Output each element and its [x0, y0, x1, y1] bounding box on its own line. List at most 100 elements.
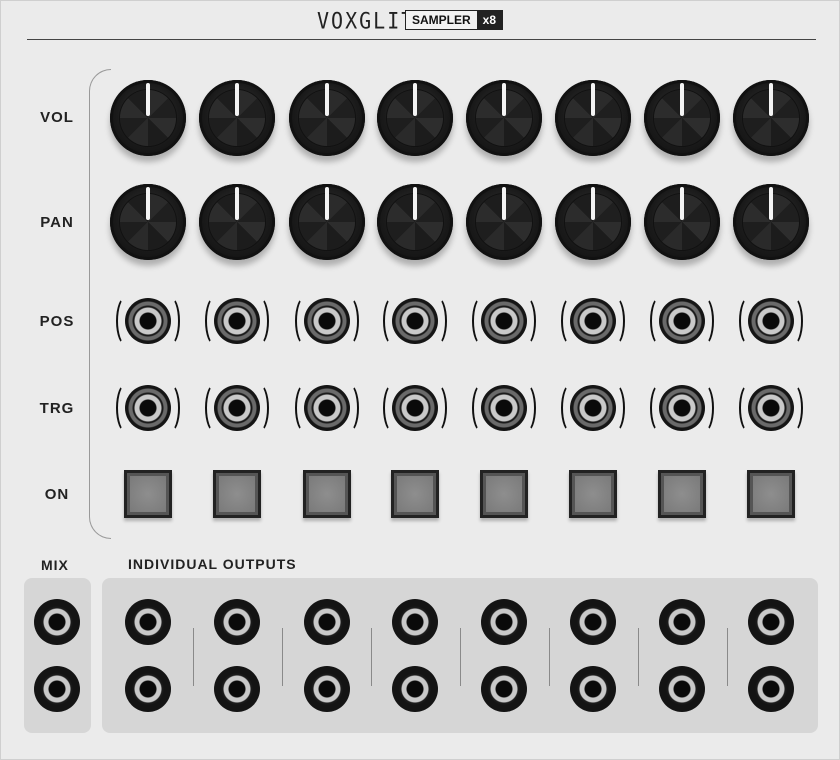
- pos-jack-6[interactable]: [570, 298, 616, 344]
- pos-input-5: [472, 294, 536, 348]
- pos-input-1: [116, 294, 180, 348]
- output-1-right[interactable]: [125, 666, 171, 712]
- output-3-right[interactable]: [304, 666, 350, 712]
- pos-jack-1[interactable]: [125, 298, 171, 344]
- mix-output-right[interactable]: [34, 666, 80, 712]
- knob-pointer-icon: [680, 187, 684, 220]
- output-3-left[interactable]: [304, 599, 350, 645]
- pos-jack-2[interactable]: [214, 298, 260, 344]
- trg-input-5: [472, 381, 536, 435]
- trg-jack-3[interactable]: [304, 385, 350, 431]
- mix-label: MIX: [41, 557, 69, 573]
- output-8-left[interactable]: [748, 599, 794, 645]
- pan-knob-2[interactable]: [199, 184, 275, 260]
- pos-jack-5[interactable]: [481, 298, 527, 344]
- pan-knob-3[interactable]: [289, 184, 365, 260]
- knob-pointer-icon: [235, 187, 239, 220]
- output-divider: [727, 628, 728, 686]
- vol-knob-7[interactable]: [644, 80, 720, 156]
- pos-input-2: [205, 294, 269, 348]
- trg-jack-4[interactable]: [392, 385, 438, 431]
- vol-knob-2[interactable]: [199, 80, 275, 156]
- output-4-left[interactable]: [392, 599, 438, 645]
- on-button-8[interactable]: [747, 470, 795, 518]
- pan-knob-8[interactable]: [733, 184, 809, 260]
- on-button-5[interactable]: [480, 470, 528, 518]
- output-7-right[interactable]: [659, 666, 705, 712]
- module-badge: SAMPLER x8: [405, 10, 504, 30]
- trg-input-8: [739, 381, 803, 435]
- row-label-pan: PAN: [40, 214, 74, 231]
- knob-pointer-icon: [769, 83, 773, 116]
- pan-knob-6[interactable]: [555, 184, 631, 260]
- pos-jack-8[interactable]: [748, 298, 794, 344]
- sampler-panel: VOXGLITCH SAMPLER x8 VOL PAN POS TRG ON …: [0, 0, 840, 760]
- trg-jack-5[interactable]: [481, 385, 527, 431]
- vol-knob-6[interactable]: [555, 80, 631, 156]
- output-2-right[interactable]: [214, 666, 260, 712]
- output-5-right[interactable]: [481, 666, 527, 712]
- knob-pointer-icon: [235, 83, 239, 116]
- trg-input-7: [650, 381, 714, 435]
- output-5-left[interactable]: [481, 599, 527, 645]
- output-divider: [371, 628, 372, 686]
- output-6-left[interactable]: [570, 599, 616, 645]
- output-divider: [282, 628, 283, 686]
- knob-pointer-icon: [325, 83, 329, 116]
- pan-knob-5[interactable]: [466, 184, 542, 260]
- knob-pointer-icon: [146, 83, 150, 116]
- trg-jack-8[interactable]: [748, 385, 794, 431]
- vol-knob-1[interactable]: [110, 80, 186, 156]
- vol-knob-4[interactable]: [377, 80, 453, 156]
- pan-knob-7[interactable]: [644, 184, 720, 260]
- pos-jack-4[interactable]: [392, 298, 438, 344]
- on-button-7[interactable]: [658, 470, 706, 518]
- knob-pointer-icon: [325, 187, 329, 220]
- output-divider: [193, 628, 194, 686]
- knob-pointer-icon: [413, 187, 417, 220]
- trg-input-1: [116, 381, 180, 435]
- knob-pointer-icon: [591, 187, 595, 220]
- pos-input-6: [561, 294, 625, 348]
- knob-pointer-icon: [769, 187, 773, 220]
- pan-knob-4[interactable]: [377, 184, 453, 260]
- pos-jack-7[interactable]: [659, 298, 705, 344]
- header: VOXGLITCH SAMPLER x8: [1, 1, 840, 41]
- on-button-2[interactable]: [213, 470, 261, 518]
- output-4-right[interactable]: [392, 666, 438, 712]
- trg-input-3: [295, 381, 359, 435]
- vol-knob-3[interactable]: [289, 80, 365, 156]
- knob-pointer-icon: [591, 83, 595, 116]
- output-1-left[interactable]: [125, 599, 171, 645]
- vol-knob-5[interactable]: [466, 80, 542, 156]
- pos-input-3: [295, 294, 359, 348]
- knob-pointer-icon: [502, 187, 506, 220]
- individual-outputs-label: INDIVIDUAL OUTPUTS: [128, 556, 297, 572]
- output-8-right[interactable]: [748, 666, 794, 712]
- on-button-3[interactable]: [303, 470, 351, 518]
- pan-knob-1[interactable]: [110, 184, 186, 260]
- mix-output-left[interactable]: [34, 599, 80, 645]
- output-6-right[interactable]: [570, 666, 616, 712]
- vol-knob-8[interactable]: [733, 80, 809, 156]
- output-7-left[interactable]: [659, 599, 705, 645]
- on-button-1[interactable]: [124, 470, 172, 518]
- output-2-left[interactable]: [214, 599, 260, 645]
- output-divider: [638, 628, 639, 686]
- pos-jack-3[interactable]: [304, 298, 350, 344]
- output-divider: [460, 628, 461, 686]
- pos-input-7: [650, 294, 714, 348]
- row-label-trg: TRG: [39, 400, 75, 417]
- row-label-vol: VOL: [40, 109, 74, 126]
- knob-pointer-icon: [413, 83, 417, 116]
- on-button-6[interactable]: [569, 470, 617, 518]
- trg-jack-2[interactable]: [214, 385, 260, 431]
- trg-input-6: [561, 381, 625, 435]
- trg-jack-7[interactable]: [659, 385, 705, 431]
- knob-pointer-icon: [146, 187, 150, 220]
- trg-jack-6[interactable]: [570, 385, 616, 431]
- on-button-4[interactable]: [391, 470, 439, 518]
- pos-input-4: [383, 294, 447, 348]
- trg-jack-1[interactable]: [125, 385, 171, 431]
- knob-pointer-icon: [502, 83, 506, 116]
